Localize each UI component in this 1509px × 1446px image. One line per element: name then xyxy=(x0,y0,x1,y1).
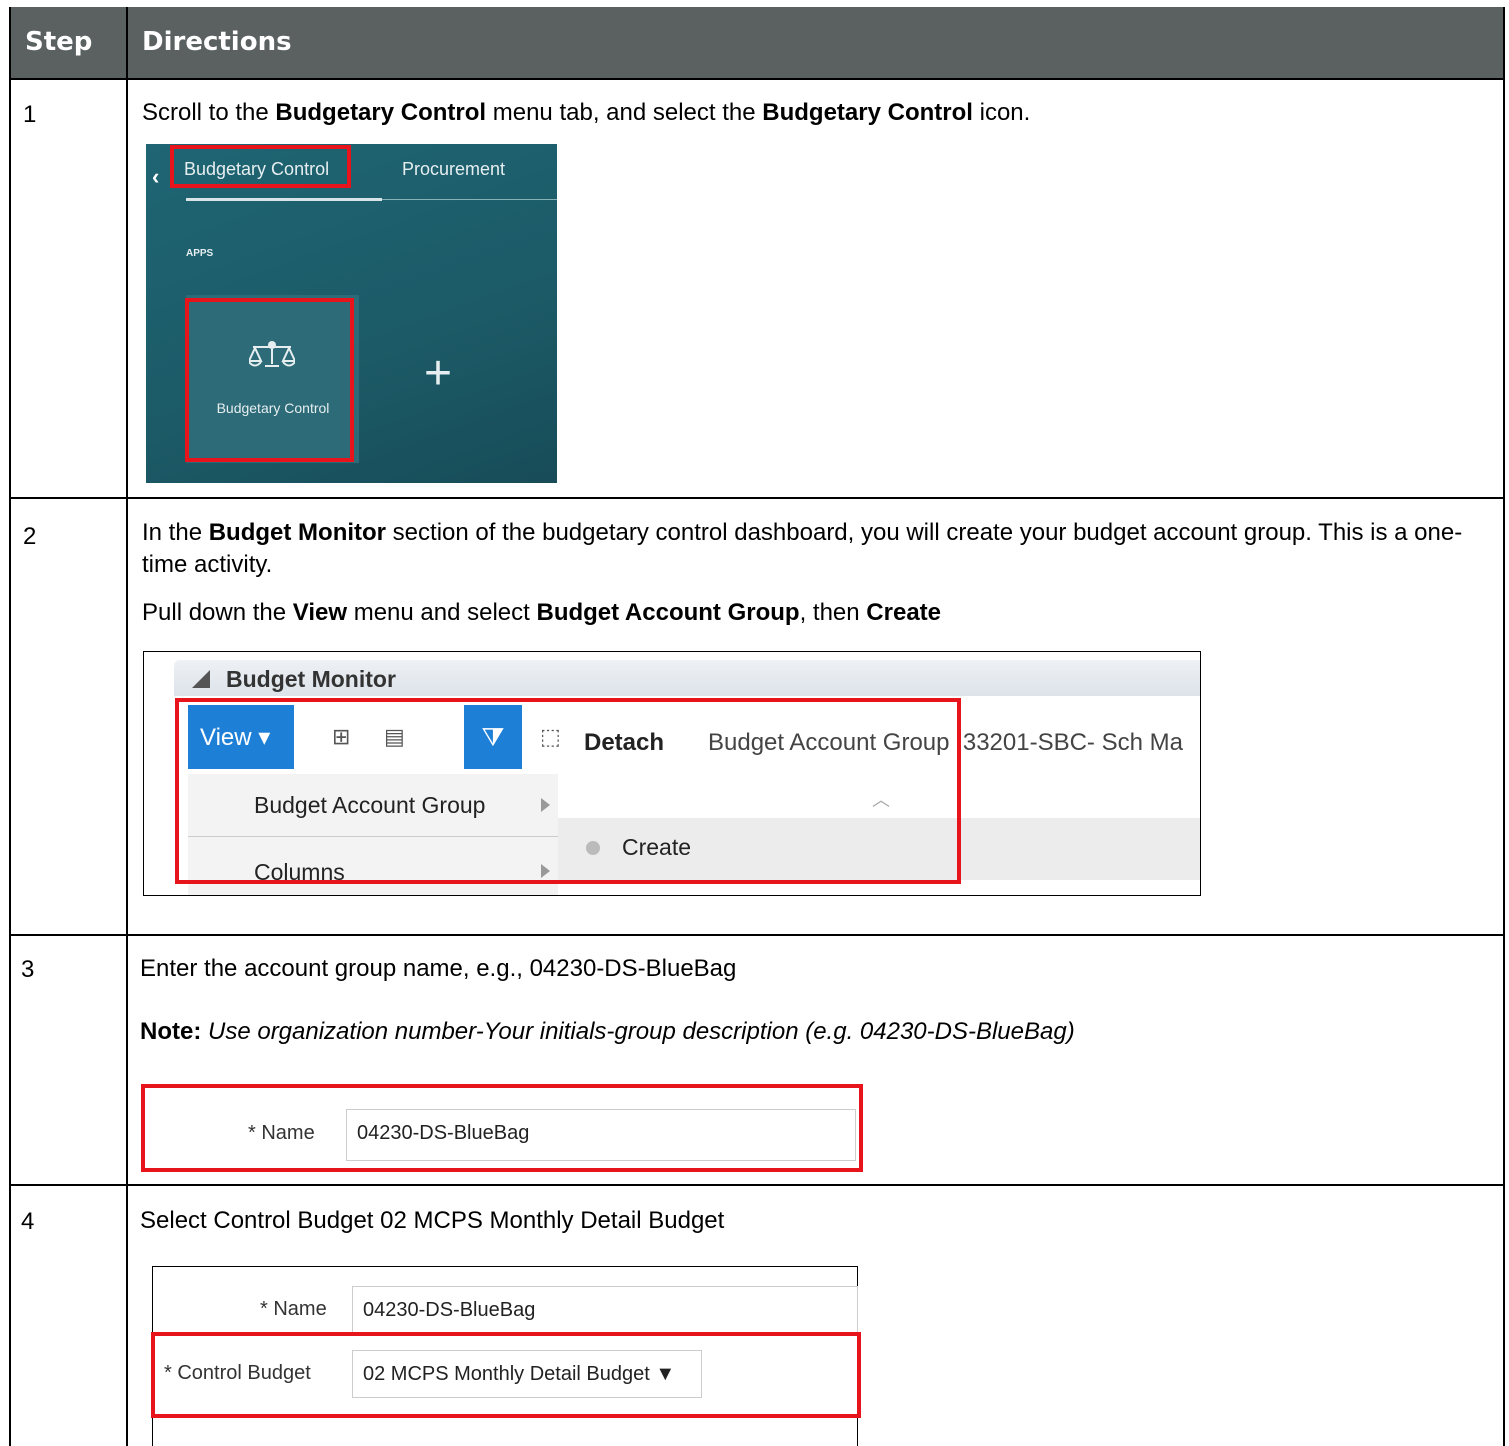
step-3-directions: Enter the account group name, e.g., 0423… xyxy=(140,955,737,982)
text: icon. xyxy=(972,99,1031,126)
panel-title: Budget Monitor xyxy=(226,666,396,692)
tab-rule xyxy=(382,199,557,200)
header-directions: Directions xyxy=(142,27,292,57)
note-text: Use organization number-Your initials-gr… xyxy=(201,1018,1075,1045)
row-divider xyxy=(11,497,1503,499)
step-3-note: Note: Use organization number-Your initi… xyxy=(140,1016,1075,1048)
text: Pull down the xyxy=(142,599,293,626)
column-divider xyxy=(126,7,128,1446)
plus-icon[interactable]: + xyxy=(424,350,452,398)
step-number: 3 xyxy=(21,956,35,983)
highlight-tab xyxy=(170,145,351,188)
note-label: Note: xyxy=(140,1018,202,1045)
group-value: 33201-SBC- Sch Ma xyxy=(962,729,1183,756)
bold-text: Budget Account Group xyxy=(536,599,800,626)
chevron-left-icon: ‹ xyxy=(152,164,160,189)
collapse-triangle-icon[interactable] xyxy=(192,670,210,688)
tab-procurement[interactable]: Procurement xyxy=(402,159,505,180)
apps-section-label: APPS xyxy=(186,248,214,259)
text: menu and select xyxy=(347,599,537,626)
step-2-directions: In the Budget Monitor section of the bud… xyxy=(142,517,1487,581)
highlight-tile xyxy=(185,298,354,462)
table-header: Step Directions xyxy=(11,7,1503,80)
step-number: 2 xyxy=(23,523,37,550)
bold-text: View xyxy=(292,599,348,626)
text: In the xyxy=(142,519,209,546)
highlight-control-budget xyxy=(151,1332,861,1418)
step-2-directions-2: Pull down the View menu and select Budge… xyxy=(142,597,941,629)
text: Scroll to the xyxy=(142,99,276,126)
text: menu tab, and select the xyxy=(486,99,763,126)
bold-text: Create xyxy=(866,599,942,626)
step-1-directions: Scroll to the Budgetary Control menu tab… xyxy=(142,97,1030,129)
row-divider xyxy=(11,934,1503,936)
step-4-directions: Select Control Budget 02 MCPS Monthly De… xyxy=(140,1207,725,1234)
step-number: 1 xyxy=(23,101,37,128)
step-number: 4 xyxy=(21,1208,35,1235)
highlight-view-menu xyxy=(175,698,961,884)
row-divider xyxy=(11,1184,1503,1186)
text: , then xyxy=(799,599,867,626)
highlight-name xyxy=(141,1084,863,1172)
bold-text: Budgetary Control xyxy=(275,99,487,126)
active-tab-underline xyxy=(186,198,382,201)
header-step: Step xyxy=(25,27,93,57)
bold-text: Budgetary Control xyxy=(762,99,973,126)
bold-text: Budget Monitor xyxy=(208,519,387,546)
name-input[interactable]: 04230-DS-BlueBag xyxy=(352,1286,858,1336)
name-field-label: * Name xyxy=(260,1298,327,1320)
